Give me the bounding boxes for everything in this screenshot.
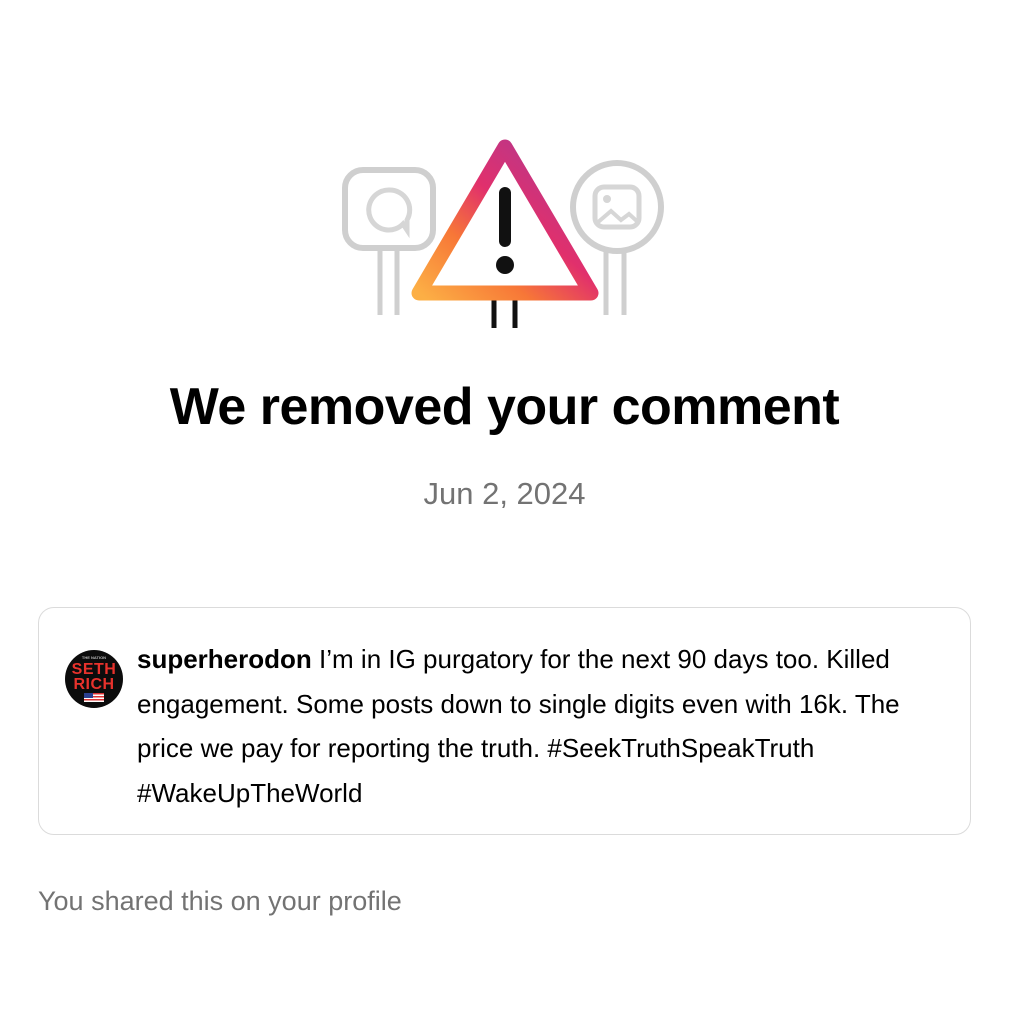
flag-icon bbox=[84, 693, 104, 702]
comment-username[interactable]: superherodon bbox=[137, 644, 312, 674]
warning-triangle-icon bbox=[411, 139, 599, 328]
shared-note: You shared this on your profile bbox=[38, 886, 402, 916]
removed-comment-card: THE NATION SETH RICH superherodon I’m in… bbox=[38, 607, 971, 835]
avatar-text-line2: RICH bbox=[73, 676, 115, 693]
avatar-caption: THE NATION bbox=[81, 655, 107, 660]
comment-body: superherodon I’m in IG purgatory for the… bbox=[137, 637, 947, 815]
avatar[interactable]: THE NATION SETH RICH bbox=[65, 650, 123, 708]
avatar-text-line1: SETH bbox=[71, 661, 117, 678]
comment-removed-screen: We removed your comment Jun 2, 2024 THE … bbox=[0, 0, 1009, 1024]
page-title: We removed your comment bbox=[169, 378, 840, 436]
removal-date: Jun 2, 2024 bbox=[423, 476, 586, 511]
removed-content-illustration bbox=[335, 125, 675, 335]
